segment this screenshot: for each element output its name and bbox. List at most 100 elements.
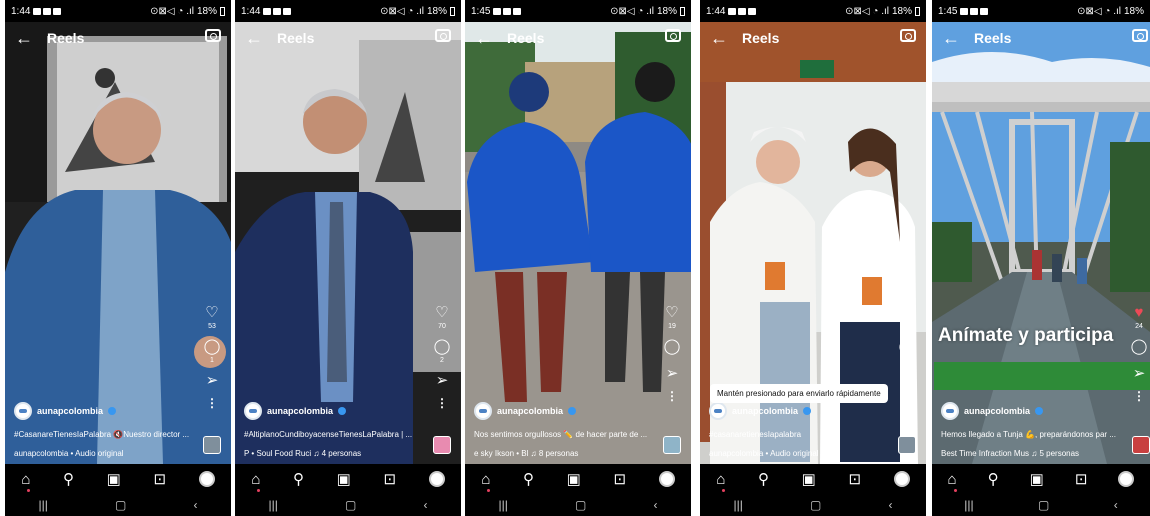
comment-icon[interactable]: ◯ <box>664 339 681 355</box>
caption[interactable]: #CasanareTienesIaPalabra 🔇Nuestro direct… <box>14 430 204 439</box>
shop-icon[interactable]: ⊡ <box>613 470 626 488</box>
author-row[interactable]: aunapcolombia <box>474 402 577 420</box>
avatar[interactable] <box>14 402 32 420</box>
send-icon[interactable]: ➢ <box>1133 366 1146 382</box>
audio-label[interactable]: e sky Ikson • Bl ♫ 8 personas <box>474 449 664 458</box>
home-button-icon[interactable]: ▢ <box>575 498 586 512</box>
username[interactable]: aunapcolombia <box>964 406 1030 416</box>
back-button-icon[interactable]: ‹ <box>653 498 657 512</box>
camera-icon[interactable] <box>435 29 451 42</box>
home-button-icon[interactable]: ▢ <box>115 498 126 512</box>
author-row[interactable]: aunapcolombia <box>709 402 812 420</box>
search-icon[interactable]: ⚲ <box>988 470 999 488</box>
caption[interactable]: #casanaretienesIapalabra <box>709 430 899 439</box>
reel-video[interactable] <box>932 22 1150 464</box>
camera-icon[interactable] <box>1132 29 1148 42</box>
audio-label[interactable]: P • Soul Food Ruci ♫ 4 personas <box>244 449 434 458</box>
audio-thumbnail[interactable] <box>898 436 916 454</box>
reels-icon[interactable]: ▣ <box>107 470 121 488</box>
more-icon[interactable]: ⋮ <box>666 390 678 402</box>
more-icon[interactable]: ⋮ <box>436 397 448 409</box>
caption[interactable]: Nos sentimos orgullosos ✏️ de hacer part… <box>474 430 664 439</box>
send-icon[interactable]: ➢ <box>901 366 914 382</box>
avatar[interactable] <box>244 402 262 420</box>
avatar[interactable] <box>474 402 492 420</box>
recent-apps-icon[interactable]: ||| <box>964 498 973 512</box>
back-button-icon[interactable]: ‹ <box>193 498 197 512</box>
camera-icon[interactable] <box>205 29 221 42</box>
more-icon[interactable]: ⋮ <box>206 397 218 409</box>
comment-icon[interactable]: ◯ <box>434 339 451 355</box>
heart-icon[interactable]: ♥ <box>1135 305 1144 321</box>
comment-icon[interactable]: ◯ <box>899 339 916 355</box>
username[interactable]: aunapcolombia <box>732 406 798 416</box>
back-button-icon[interactable]: ‹ <box>888 498 892 512</box>
comment-icon[interactable]: ◯ <box>204 339 221 355</box>
shop-icon[interactable]: ⊡ <box>848 470 861 488</box>
back-arrow-icon[interactable]: ← <box>245 29 263 47</box>
author-row[interactable]: aunapcolombia <box>14 402 117 420</box>
reel-video[interactable] <box>465 22 691 464</box>
shop-icon[interactable]: ⊡ <box>153 470 166 488</box>
back-arrow-icon[interactable]: ← <box>710 29 728 47</box>
home-icon[interactable]: ⌂ <box>481 471 490 488</box>
username[interactable]: aunapcolombia <box>497 406 563 416</box>
heart-icon[interactable]: ♡ <box>900 305 913 321</box>
audio-label[interactable]: Best Time Infraction Mus ♫ 5 personas <box>941 449 1131 458</box>
recent-apps-icon[interactable]: ||| <box>499 498 508 512</box>
back-arrow-icon[interactable]: ← <box>15 29 33 47</box>
profile-icon[interactable] <box>198 471 215 487</box>
search-icon[interactable]: ⚲ <box>293 470 304 488</box>
home-icon[interactable]: ⌂ <box>251 471 260 488</box>
profile-icon[interactable] <box>893 471 910 487</box>
caption[interactable]: #AltiplanoCundiboyacenseTienesLaPalabra … <box>244 430 434 439</box>
shop-icon[interactable]: ⊡ <box>1075 470 1088 488</box>
profile-icon[interactable] <box>428 471 445 487</box>
more-icon[interactable]: ⋮ <box>1133 390 1145 402</box>
back-button-icon[interactable]: ‹ <box>423 498 427 512</box>
reels-icon[interactable]: ▣ <box>1030 470 1044 488</box>
audio-thumbnail[interactable] <box>203 436 221 454</box>
audio-thumbnail[interactable] <box>663 436 681 454</box>
reels-icon[interactable]: ▣ <box>337 470 351 488</box>
home-icon[interactable]: ⌂ <box>948 471 957 488</box>
reel-video[interactable] <box>235 22 461 464</box>
recent-apps-icon[interactable]: ||| <box>269 498 278 512</box>
home-button-icon[interactable]: ▢ <box>1038 498 1049 512</box>
author-row[interactable]: aunapcolombia <box>244 402 347 420</box>
profile-icon[interactable] <box>1118 471 1135 487</box>
search-icon[interactable]: ⚲ <box>63 470 74 488</box>
recent-apps-icon[interactable]: ||| <box>734 498 743 512</box>
author-row[interactable]: aunapcolombia <box>941 402 1044 420</box>
reels-icon[interactable]: ▣ <box>567 470 581 488</box>
recent-apps-icon[interactable]: ||| <box>39 498 48 512</box>
back-button-icon[interactable]: ‹ <box>1114 498 1118 512</box>
audio-label[interactable]: aunapcolombia • Audio original <box>709 449 899 458</box>
send-icon[interactable]: ➢ <box>436 373 449 389</box>
heart-icon[interactable]: ♡ <box>205 305 218 321</box>
camera-icon[interactable] <box>900 29 916 42</box>
back-arrow-icon[interactable]: ← <box>475 29 493 47</box>
camera-icon[interactable] <box>665 29 681 42</box>
audio-thumbnail[interactable] <box>433 436 451 454</box>
audio-label[interactable]: aunapcolombia • Audio original <box>14 449 204 458</box>
shop-icon[interactable]: ⊡ <box>383 470 396 488</box>
send-icon[interactable]: ➢ <box>206 373 219 389</box>
more-icon[interactable]: ⋮ <box>901 390 913 402</box>
caption[interactable]: Hemos llegado a Tunja 💪, preparándonos p… <box>941 430 1131 439</box>
back-arrow-icon[interactable]: ← <box>942 29 960 47</box>
send-icon[interactable]: ➢ <box>666 366 679 382</box>
home-button-icon[interactable]: ▢ <box>345 498 356 512</box>
heart-icon[interactable]: ♡ <box>665 305 678 321</box>
audio-thumbnail[interactable] <box>1132 436 1150 454</box>
reels-icon[interactable]: ▣ <box>802 470 816 488</box>
avatar[interactable] <box>941 402 959 420</box>
heart-icon[interactable]: ♡ <box>435 305 448 321</box>
search-icon[interactable]: ⚲ <box>758 470 769 488</box>
search-icon[interactable]: ⚲ <box>523 470 534 488</box>
home-icon[interactable]: ⌂ <box>716 471 725 488</box>
username[interactable]: aunapcolombia <box>267 406 333 416</box>
avatar[interactable] <box>709 402 727 420</box>
comment-icon[interactable]: ◯ <box>1131 339 1148 355</box>
reel-video[interactable] <box>5 22 231 464</box>
